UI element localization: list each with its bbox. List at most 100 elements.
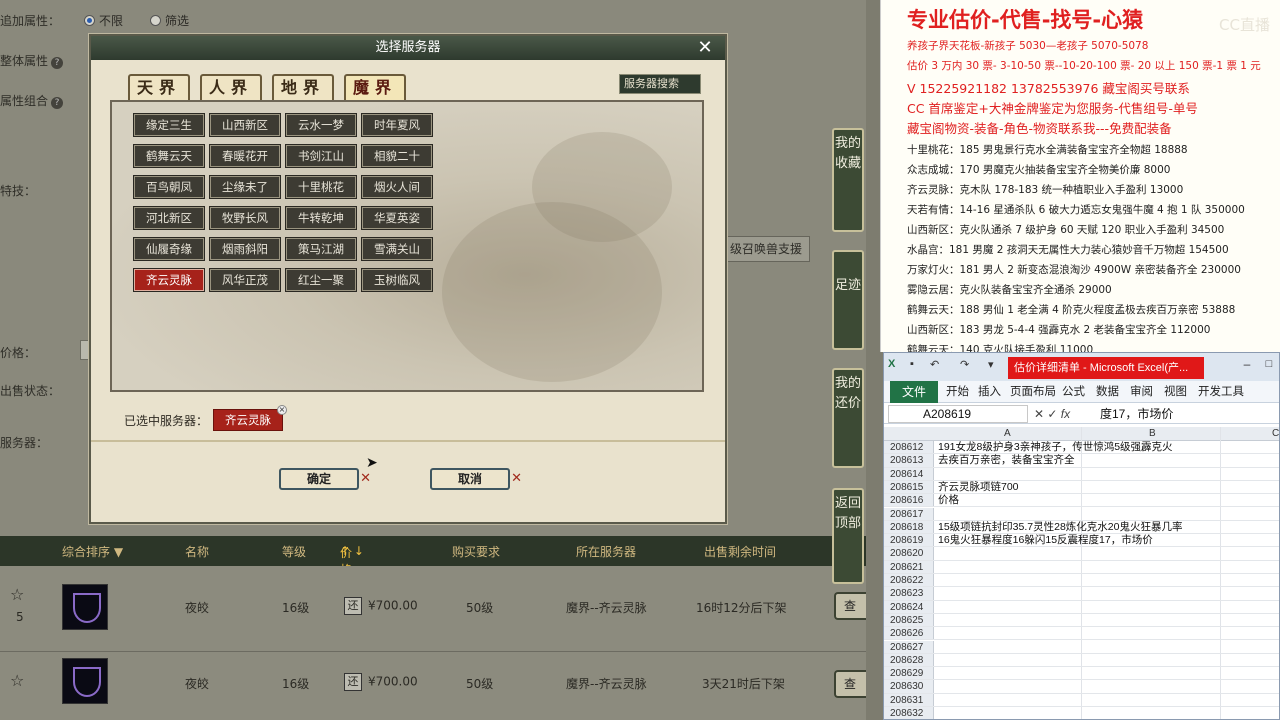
- column-header-b[interactable]: B: [1149, 428, 1156, 439]
- spreadsheet-row[interactable]: 208632: [884, 707, 1279, 719]
- spreadsheet-row[interactable]: 208616 价格: [884, 494, 1279, 508]
- ribbon-tab[interactable]: 审阅: [1130, 381, 1153, 403]
- confirm-button[interactable]: 确定: [279, 468, 371, 490]
- spreadsheet-row[interactable]: 208620: [884, 547, 1279, 561]
- column-header-c[interactable]: C: [1272, 428, 1279, 439]
- favorite-star-icon[interactable]: ☆: [10, 672, 28, 690]
- server-button[interactable]: 春暖花开: [209, 144, 281, 168]
- undo-icon[interactable]: ↶: [930, 358, 939, 371]
- row-number[interactable]: 208624: [884, 600, 934, 613]
- server-button[interactable]: 仙履奇缘: [133, 237, 205, 261]
- row-number[interactable]: 208631: [884, 693, 934, 706]
- help-icon[interactable]: ?: [51, 97, 64, 109]
- row-number[interactable]: 208618: [884, 520, 934, 534]
- side-tab-favorites[interactable]: 我的收藏: [832, 128, 864, 232]
- row-number[interactable]: 208623: [884, 587, 934, 600]
- spreadsheet-row[interactable]: 208617: [884, 507, 1279, 521]
- row-number[interactable]: 208621: [884, 560, 934, 573]
- row-number[interactable]: 208630: [884, 680, 934, 693]
- spreadsheet-row[interactable]: 208630: [884, 680, 1279, 694]
- view-button[interactable]: 查: [834, 592, 866, 620]
- spreadsheet-row[interactable]: 208626: [884, 627, 1279, 641]
- server-button[interactable]: 相貌二十: [361, 144, 433, 168]
- server-button[interactable]: 山西新区: [209, 113, 281, 137]
- server-button[interactable]: 百鸟朝凤: [133, 175, 205, 199]
- remove-selection-icon[interactable]: ×: [277, 405, 287, 415]
- save-icon[interactable]: ▪: [910, 358, 914, 370]
- row-number[interactable]: 208616: [884, 494, 934, 507]
- column-header-a[interactable]: A: [1004, 428, 1011, 439]
- spreadsheet-row[interactable]: 208615 齐云灵脉项链700: [884, 480, 1279, 495]
- spreadsheet-row[interactable]: 208629: [884, 667, 1279, 681]
- server-button[interactable]: 烟雨斜阳: [209, 237, 281, 261]
- server-button[interactable]: 牧野长风: [209, 206, 281, 230]
- side-tab-back-to-top[interactable]: 返回顶部: [832, 488, 864, 584]
- spreadsheet-row[interactable]: 208619 16鬼火狂暴程度16躲闪15反震程度17，市场价: [884, 534, 1279, 548]
- row-number[interactable]: 208626: [884, 627, 934, 640]
- fx-icon[interactable]: fx: [1061, 407, 1070, 421]
- cell-a[interactable]: 15级项链抗封印35.7灵性28炼化克水20鬼火狂暴几率: [938, 521, 1182, 534]
- row-number[interactable]: 208622: [884, 574, 934, 587]
- tab-demon-realm[interactable]: 魔界: [344, 74, 406, 100]
- server-button[interactable]: 华夏英姿: [361, 206, 433, 230]
- ribbon-tab[interactable]: 视图: [1164, 381, 1187, 403]
- col-price-sort[interactable]: 价格(元) ↑ ↓: [340, 544, 364, 594]
- server-button[interactable]: 雪满关山: [361, 237, 433, 261]
- row-number[interactable]: 208632: [884, 707, 934, 719]
- server-button[interactable]: 缘定三生: [133, 113, 205, 137]
- selected-server-chip[interactable]: 齐云灵脉: [213, 409, 283, 431]
- spreadsheet-row[interactable]: 208622: [884, 574, 1279, 588]
- row-number[interactable]: 208617: [884, 507, 934, 520]
- quick-access-dropdown-icon[interactable]: ▾: [988, 358, 994, 371]
- row-number[interactable]: 208614: [884, 467, 934, 480]
- ribbon-tab[interactable]: 插入: [978, 381, 1001, 403]
- favorite-star-icon[interactable]: ☆: [10, 586, 28, 604]
- row-number[interactable]: 208627: [884, 640, 934, 653]
- radio-filter[interactable]: 筛选: [150, 12, 189, 29]
- spreadsheet-row[interactable]: 208621: [884, 560, 1279, 574]
- item-necklace-image[interactable]: [62, 658, 108, 704]
- spreadsheet-row[interactable]: 208618 15级项链抗封印35.7灵性28炼化克水20鬼火狂暴几率: [884, 520, 1279, 535]
- cell-a[interactable]: 齐云灵脉项链700: [938, 481, 1019, 494]
- server-button[interactable]: 书剑江山: [285, 144, 357, 168]
- tab-heaven-realm[interactable]: 天界: [128, 74, 190, 100]
- spreadsheet-row[interactable]: 208624: [884, 600, 1279, 614]
- server-button[interactable]: 云水一梦: [285, 113, 357, 137]
- cell-a[interactable]: 价格: [938, 494, 959, 507]
- cell-a[interactable]: 191女龙8级护身3亲神孩子，传世惊鸿5级强霹克火: [938, 441, 1173, 454]
- item-necklace-image[interactable]: [62, 584, 108, 630]
- ribbon-tab[interactable]: 页面布局: [1010, 381, 1056, 403]
- ribbon-tab[interactable]: 数据: [1096, 381, 1119, 403]
- side-tab-my-bargains[interactable]: 我的还价: [832, 368, 864, 468]
- row-number[interactable]: 208619: [884, 534, 934, 547]
- server-button[interactable]: 玉树临风: [361, 268, 433, 292]
- spreadsheet-row[interactable]: 208613 去疾百万亲密，装备宝宝齐全: [884, 454, 1279, 468]
- ribbon-tab[interactable]: 开发工具: [1198, 381, 1244, 403]
- tab-human-realm[interactable]: 人界: [200, 74, 262, 100]
- server-button[interactable]: 河北新区: [133, 206, 205, 230]
- ribbon-tab[interactable]: 公式: [1062, 381, 1085, 403]
- tab-earth-realm[interactable]: 地界: [272, 74, 334, 100]
- help-icon[interactable]: ?: [51, 57, 64, 69]
- maximize-icon[interactable]: □: [1261, 357, 1277, 373]
- side-tab-history[interactable]: 足迹: [832, 250, 864, 350]
- row-number[interactable]: 208629: [884, 667, 934, 680]
- row-number[interactable]: 208612: [884, 441, 934, 454]
- server-button[interactable]: 策马江湖: [285, 237, 357, 261]
- formula-input[interactable]: 度17，市场价: [1100, 405, 1173, 423]
- spreadsheet-row[interactable]: 208625: [884, 613, 1279, 628]
- cancel-button[interactable]: 取消: [430, 468, 522, 490]
- row-number[interactable]: 208613: [884, 454, 934, 467]
- server-button[interactable]: 十里桃花: [285, 175, 357, 199]
- row-number[interactable]: 208620: [884, 547, 934, 560]
- server-button[interactable]: 红尘一聚: [285, 268, 357, 292]
- row-number[interactable]: 208625: [884, 613, 934, 627]
- spreadsheet-row[interactable]: 208614: [884, 467, 1279, 481]
- result-row[interactable]: ☆ 夜皎 16级 还 ¥700.00 50级 魔界--齐云灵脉 3天21时后下架 …: [0, 652, 866, 720]
- spreadsheet-row[interactable]: 208628: [884, 653, 1279, 668]
- name-box[interactable]: A208619: [888, 405, 1028, 423]
- close-icon[interactable]: ✕: [695, 38, 715, 58]
- result-row[interactable]: ☆ 5 夜皎 16级 还 ¥700.00 50级 魔界--齐云灵脉 16时12分后…: [0, 566, 866, 652]
- server-button[interactable]: 风华正茂: [209, 268, 281, 292]
- minimize-icon[interactable]: –: [1239, 357, 1255, 373]
